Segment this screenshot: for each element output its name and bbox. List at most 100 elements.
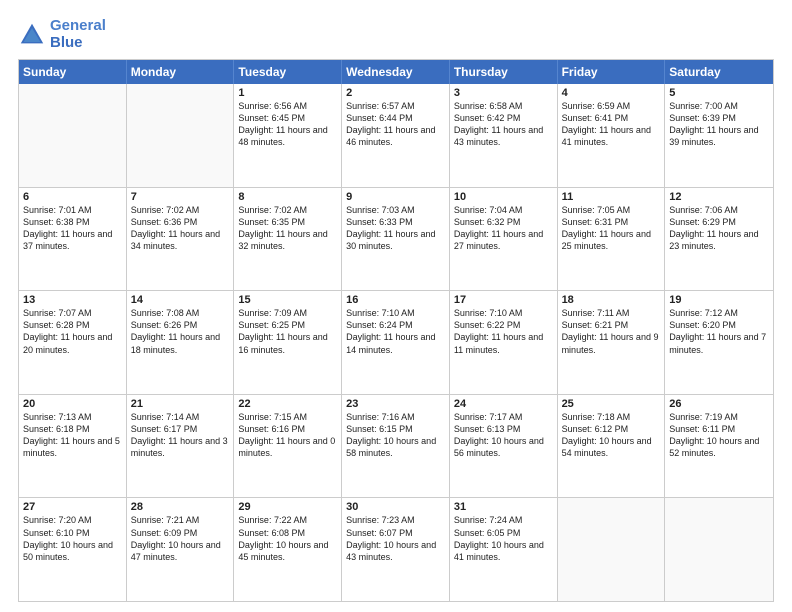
- calendar-header-row: SundayMondayTuesdayWednesdayThursdayFrid…: [19, 60, 773, 84]
- calendar-header-sunday: Sunday: [19, 60, 127, 84]
- day-number: 19: [669, 294, 769, 306]
- calendar-cell: 20Sunrise: 7:13 AM Sunset: 6:18 PM Dayli…: [19, 395, 127, 498]
- logo-icon: [18, 21, 46, 49]
- cell-details: Sunrise: 7:00 AM Sunset: 6:39 PM Dayligh…: [669, 100, 769, 149]
- cell-details: Sunrise: 7:14 AM Sunset: 6:17 PM Dayligh…: [131, 411, 230, 460]
- logo: General Blue: [18, 18, 106, 51]
- calendar-row-2: 13Sunrise: 7:07 AM Sunset: 6:28 PM Dayli…: [19, 290, 773, 394]
- day-number: 5: [669, 87, 769, 99]
- calendar-cell: 15Sunrise: 7:09 AM Sunset: 6:25 PM Dayli…: [234, 291, 342, 394]
- calendar-cell: 16Sunrise: 7:10 AM Sunset: 6:24 PM Dayli…: [342, 291, 450, 394]
- calendar-row-4: 27Sunrise: 7:20 AM Sunset: 6:10 PM Dayli…: [19, 497, 773, 601]
- calendar-header-thursday: Thursday: [450, 60, 558, 84]
- day-number: 15: [238, 294, 337, 306]
- cell-details: Sunrise: 7:18 AM Sunset: 6:12 PM Dayligh…: [562, 411, 661, 460]
- day-number: 27: [23, 501, 122, 513]
- day-number: 10: [454, 191, 553, 203]
- calendar-cell: 6Sunrise: 7:01 AM Sunset: 6:38 PM Daylig…: [19, 188, 127, 291]
- day-number: 3: [454, 87, 553, 99]
- day-number: 28: [131, 501, 230, 513]
- cell-details: Sunrise: 7:08 AM Sunset: 6:26 PM Dayligh…: [131, 307, 230, 356]
- day-number: 30: [346, 501, 445, 513]
- calendar-cell: 19Sunrise: 7:12 AM Sunset: 6:20 PM Dayli…: [665, 291, 773, 394]
- calendar-cell: 3Sunrise: 6:58 AM Sunset: 6:42 PM Daylig…: [450, 84, 558, 187]
- day-number: 31: [454, 501, 553, 513]
- cell-details: Sunrise: 6:57 AM Sunset: 6:44 PM Dayligh…: [346, 100, 445, 149]
- day-number: 26: [669, 398, 769, 410]
- day-number: 2: [346, 87, 445, 99]
- calendar-cell: 24Sunrise: 7:17 AM Sunset: 6:13 PM Dayli…: [450, 395, 558, 498]
- calendar-cell: 21Sunrise: 7:14 AM Sunset: 6:17 PM Dayli…: [127, 395, 235, 498]
- cell-details: Sunrise: 6:56 AM Sunset: 6:45 PM Dayligh…: [238, 100, 337, 149]
- calendar-cell: 25Sunrise: 7:18 AM Sunset: 6:12 PM Dayli…: [558, 395, 666, 498]
- cell-details: Sunrise: 7:15 AM Sunset: 6:16 PM Dayligh…: [238, 411, 337, 460]
- calendar-cell: [127, 84, 235, 187]
- calendar-header-tuesday: Tuesday: [234, 60, 342, 84]
- calendar-row-0: 1Sunrise: 6:56 AM Sunset: 6:45 PM Daylig…: [19, 84, 773, 187]
- day-number: 11: [562, 191, 661, 203]
- cell-details: Sunrise: 7:17 AM Sunset: 6:13 PM Dayligh…: [454, 411, 553, 460]
- calendar-cell: 2Sunrise: 6:57 AM Sunset: 6:44 PM Daylig…: [342, 84, 450, 187]
- calendar-cell: 10Sunrise: 7:04 AM Sunset: 6:32 PM Dayli…: [450, 188, 558, 291]
- cell-details: Sunrise: 7:10 AM Sunset: 6:24 PM Dayligh…: [346, 307, 445, 356]
- calendar-cell: 14Sunrise: 7:08 AM Sunset: 6:26 PM Dayli…: [127, 291, 235, 394]
- calendar-cell: 1Sunrise: 6:56 AM Sunset: 6:45 PM Daylig…: [234, 84, 342, 187]
- cell-details: Sunrise: 7:23 AM Sunset: 6:07 PM Dayligh…: [346, 514, 445, 563]
- cell-details: Sunrise: 7:21 AM Sunset: 6:09 PM Dayligh…: [131, 514, 230, 563]
- calendar-cell: 9Sunrise: 7:03 AM Sunset: 6:33 PM Daylig…: [342, 188, 450, 291]
- cell-details: Sunrise: 7:01 AM Sunset: 6:38 PM Dayligh…: [23, 204, 122, 253]
- page: General Blue SundayMondayTuesdayWednesda…: [0, 0, 792, 612]
- calendar-cell: 11Sunrise: 7:05 AM Sunset: 6:31 PM Dayli…: [558, 188, 666, 291]
- calendar-cell: 29Sunrise: 7:22 AM Sunset: 6:08 PM Dayli…: [234, 498, 342, 601]
- day-number: 29: [238, 501, 337, 513]
- calendar-header-monday: Monday: [127, 60, 235, 84]
- cell-details: Sunrise: 7:06 AM Sunset: 6:29 PM Dayligh…: [669, 204, 769, 253]
- cell-details: Sunrise: 7:04 AM Sunset: 6:32 PM Dayligh…: [454, 204, 553, 253]
- calendar-cell: 27Sunrise: 7:20 AM Sunset: 6:10 PM Dayli…: [19, 498, 127, 601]
- calendar-cell: 5Sunrise: 7:00 AM Sunset: 6:39 PM Daylig…: [665, 84, 773, 187]
- day-number: 1: [238, 87, 337, 99]
- cell-details: Sunrise: 7:09 AM Sunset: 6:25 PM Dayligh…: [238, 307, 337, 356]
- day-number: 17: [454, 294, 553, 306]
- calendar-cell: 31Sunrise: 7:24 AM Sunset: 6:05 PM Dayli…: [450, 498, 558, 601]
- calendar-row-1: 6Sunrise: 7:01 AM Sunset: 6:38 PM Daylig…: [19, 187, 773, 291]
- calendar-cell: 30Sunrise: 7:23 AM Sunset: 6:07 PM Dayli…: [342, 498, 450, 601]
- calendar-cell: [558, 498, 666, 601]
- calendar-cell: [665, 498, 773, 601]
- day-number: 12: [669, 191, 769, 203]
- cell-details: Sunrise: 7:10 AM Sunset: 6:22 PM Dayligh…: [454, 307, 553, 356]
- day-number: 8: [238, 191, 337, 203]
- cell-details: Sunrise: 6:58 AM Sunset: 6:42 PM Dayligh…: [454, 100, 553, 149]
- cell-details: Sunrise: 7:05 AM Sunset: 6:31 PM Dayligh…: [562, 204, 661, 253]
- day-number: 7: [131, 191, 230, 203]
- cell-details: Sunrise: 7:12 AM Sunset: 6:20 PM Dayligh…: [669, 307, 769, 356]
- cell-details: Sunrise: 7:02 AM Sunset: 6:35 PM Dayligh…: [238, 204, 337, 253]
- day-number: 9: [346, 191, 445, 203]
- day-number: 23: [346, 398, 445, 410]
- day-number: 16: [346, 294, 445, 306]
- calendar-row-3: 20Sunrise: 7:13 AM Sunset: 6:18 PM Dayli…: [19, 394, 773, 498]
- day-number: 20: [23, 398, 122, 410]
- cell-details: Sunrise: 7:24 AM Sunset: 6:05 PM Dayligh…: [454, 514, 553, 563]
- day-number: 25: [562, 398, 661, 410]
- calendar-cell: 8Sunrise: 7:02 AM Sunset: 6:35 PM Daylig…: [234, 188, 342, 291]
- calendar-cell: 28Sunrise: 7:21 AM Sunset: 6:09 PM Dayli…: [127, 498, 235, 601]
- cell-details: Sunrise: 7:22 AM Sunset: 6:08 PM Dayligh…: [238, 514, 337, 563]
- cell-details: Sunrise: 7:02 AM Sunset: 6:36 PM Dayligh…: [131, 204, 230, 253]
- calendar-cell: [19, 84, 127, 187]
- calendar-cell: 12Sunrise: 7:06 AM Sunset: 6:29 PM Dayli…: [665, 188, 773, 291]
- calendar-body: 1Sunrise: 6:56 AM Sunset: 6:45 PM Daylig…: [19, 84, 773, 601]
- logo-text: General Blue: [50, 18, 106, 51]
- calendar-cell: 13Sunrise: 7:07 AM Sunset: 6:28 PM Dayli…: [19, 291, 127, 394]
- cell-details: Sunrise: 7:11 AM Sunset: 6:21 PM Dayligh…: [562, 307, 661, 356]
- cell-details: Sunrise: 7:03 AM Sunset: 6:33 PM Dayligh…: [346, 204, 445, 253]
- day-number: 14: [131, 294, 230, 306]
- day-number: 4: [562, 87, 661, 99]
- header: General Blue: [18, 18, 774, 51]
- day-number: 21: [131, 398, 230, 410]
- calendar-cell: 4Sunrise: 6:59 AM Sunset: 6:41 PM Daylig…: [558, 84, 666, 187]
- calendar-header-wednesday: Wednesday: [342, 60, 450, 84]
- day-number: 13: [23, 294, 122, 306]
- calendar-header-friday: Friday: [558, 60, 666, 84]
- cell-details: Sunrise: 7:20 AM Sunset: 6:10 PM Dayligh…: [23, 514, 122, 563]
